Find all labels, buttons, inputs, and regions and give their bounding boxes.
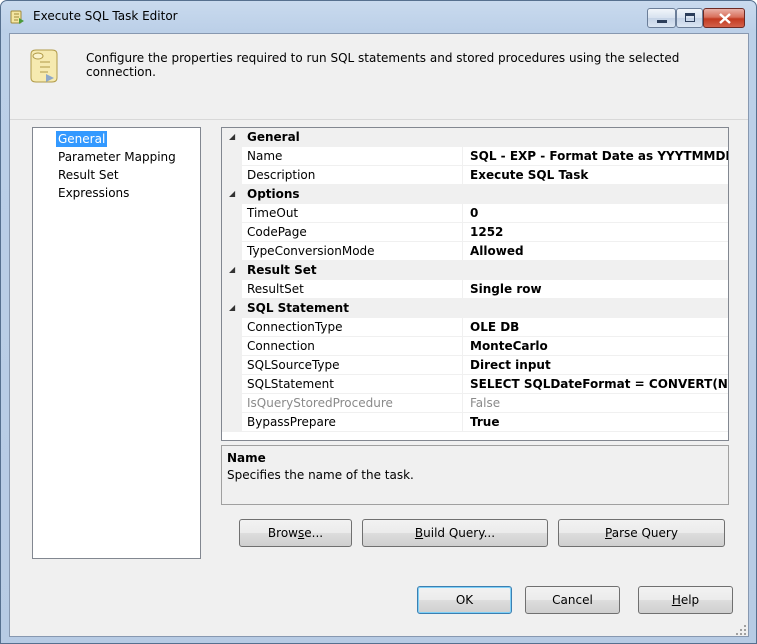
close-icon [719,13,731,24]
property-value[interactable]: Allowed [470,244,728,258]
property-row-codepage[interactable]: CodePage 1252 [222,223,728,242]
property-name: Name [247,149,283,163]
parse-query-button[interactable]: Parse Query [558,519,725,547]
property-name: Description [247,168,316,182]
property-value[interactable]: MonteCarlo [470,339,728,353]
property-row-isquerystoredprocedure[interactable]: IsQueryStoredProcedure False [222,394,728,413]
category-general[interactable]: ◢ General [222,128,728,147]
property-value[interactable]: 0 [470,206,728,220]
build-query-button[interactable]: Build Query... [362,519,548,547]
property-row-sqlstatement[interactable]: SQLStatement SELECT SQLDateFormat = CONV… [222,375,728,394]
ok-button[interactable]: OK [417,586,512,614]
window-title: Execute SQL Task Editor [33,9,178,23]
category-label: General [247,130,300,144]
collapse-icon[interactable]: ◢ [229,302,235,314]
collapse-icon[interactable]: ◢ [229,131,235,143]
property-value[interactable]: Single row [470,282,728,296]
maximize-button[interactable] [676,8,703,28]
property-row-sqlsourcetype[interactable]: SQLSourceType Direct input [222,356,728,375]
browse-button[interactable]: Browse... [239,519,352,547]
nav-item-expressions[interactable]: Expressions [56,185,131,201]
category-options[interactable]: ◢ Options [222,185,728,204]
cancel-button[interactable]: Cancel [525,586,620,614]
property-name: SQLStatement [247,377,334,391]
maximize-icon [685,13,695,22]
description-text: Specifies the name of the task. [227,468,414,482]
property-row-name[interactable]: Name SQL - EXP - Format Date as YYYTMMDD [222,147,728,166]
description-title: Name [227,451,266,465]
property-name: ResultSet [247,282,304,296]
property-value: False [470,396,501,410]
property-name: Connection [247,339,315,353]
property-description-panel: Name Specifies the name of the task. [221,445,729,505]
property-name: BypassPrepare [247,415,336,429]
help-button[interactable]: Help [638,586,733,614]
minimize-icon [657,20,667,23]
property-row-connection[interactable]: Connection MonteCarlo [222,337,728,356]
property-row-resultset[interactable]: ResultSet Single row [222,280,728,299]
property-row-description[interactable]: Description Execute SQL Task [222,166,728,185]
property-row-bypassprepare[interactable]: BypassPrepare True [222,413,728,432]
category-label: Options [247,187,300,201]
property-value[interactable]: SELECT SQLDateFormat = CONVERT(NVARCHA [470,377,728,391]
page-navigation-list[interactable]: General Parameter Mapping Result Set Exp… [32,127,201,559]
dialog-header: Configure the properties required to run… [10,34,748,114]
property-value[interactable]: OLE DB [470,320,728,334]
property-value[interactable]: 1252 [470,225,728,239]
dialog-client-area: Configure the properties required to run… [9,33,749,637]
resize-grip-icon[interactable] [736,625,747,636]
property-name: TimeOut [247,206,299,220]
collapse-icon[interactable]: ◢ [229,188,235,200]
property-name: SQLSourceType [247,358,340,372]
execute-sql-task-icon [10,10,24,24]
sql-task-header-icon [30,49,58,83]
dialog-window: Execute SQL Task Editor Configure the pr… [0,0,757,644]
property-name: IsQueryStoredProcedure [247,396,393,410]
category-result-set[interactable]: ◢ Result Set [222,261,728,280]
property-value[interactable]: True [470,415,728,429]
nav-item-result-set[interactable]: Result Set [56,167,121,183]
header-description: Configure the properties required to run… [86,51,680,79]
close-button[interactable] [703,8,745,28]
property-grid[interactable]: ◢ General Name SQL - EXP - Format Date a… [221,127,729,441]
property-row-typeconversionmode[interactable]: TypeConversionMode Allowed [222,242,728,261]
minimize-button[interactable] [647,8,676,28]
nav-item-parameter-mapping[interactable]: Parameter Mapping [56,149,178,165]
nav-item-general[interactable]: General [56,131,108,147]
property-row-connectiontype[interactable]: ConnectionType OLE DB [222,318,728,337]
collapse-icon[interactable]: ◢ [229,264,235,276]
category-label: SQL Statement [247,301,349,315]
category-label: Result Set [247,263,317,277]
header-divider [10,119,748,120]
property-value[interactable]: SQL - EXP - Format Date as YYYTMMDD [470,149,728,163]
property-value[interactable]: Direct input [470,358,728,372]
property-row-timeout[interactable]: TimeOut 0 [222,204,728,223]
property-name: TypeConversionMode [247,244,375,258]
property-value[interactable]: Execute SQL Task [470,168,728,182]
property-name: CodePage [247,225,307,239]
property-name: ConnectionType [247,320,343,334]
title-bar[interactable]: Execute SQL Task Editor [1,1,756,31]
category-sql-statement[interactable]: ◢ SQL Statement [222,299,728,318]
